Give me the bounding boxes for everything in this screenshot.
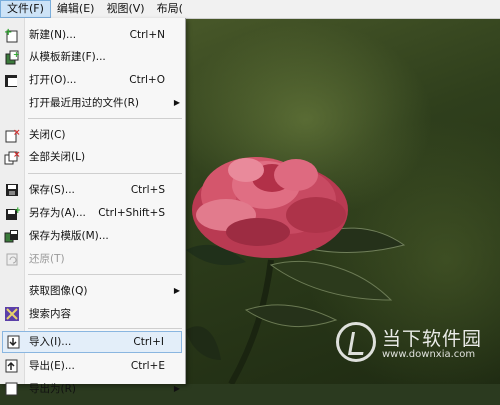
menu-item-shortcut: Ctrl+S xyxy=(130,184,165,196)
menu-item-export-as[interactable]: 导出为(R) ▶ xyxy=(0,378,185,400)
menu-separator xyxy=(28,173,182,174)
menu-item-acquire-image[interactable]: 获取图像(Q) ▶ xyxy=(0,280,185,302)
save-icon xyxy=(4,182,20,198)
watermark-url: www.downxia.com xyxy=(382,349,476,360)
menu-item-shortcut: Ctrl+E xyxy=(130,360,165,372)
downxia-logo-icon xyxy=(336,322,376,362)
menu-item-label: 打开(O)... xyxy=(29,74,77,86)
menu-item-label: 保存为模版(M)... xyxy=(29,230,109,242)
svg-text:+: + xyxy=(14,206,20,216)
menu-item-save[interactable]: 保存(S)... Ctrl+S xyxy=(0,179,185,201)
save-as-icon: + xyxy=(4,205,22,221)
close-all-icon: × xyxy=(4,149,21,165)
menu-view[interactable]: 视图(V) xyxy=(100,0,150,18)
open-folder-icon xyxy=(4,72,20,88)
submenu-arrow-icon: ▶ xyxy=(173,286,180,295)
menu-item-label: 保存(S)... xyxy=(29,184,75,196)
menu-item-close[interactable]: × 关闭(C) xyxy=(0,124,185,146)
menu-item-shortcut: Ctrl+O xyxy=(129,74,165,86)
menu-item-label: 全部关闭(L) xyxy=(29,151,86,163)
svg-text:+: + xyxy=(13,50,20,59)
menu-item-export[interactable]: 导出(E)... Ctrl+E xyxy=(0,355,185,377)
svg-text:+: + xyxy=(4,27,12,38)
menu-item-label: 搜索内容 xyxy=(29,308,71,320)
new-document-icon: + xyxy=(4,27,20,43)
menu-item-label: 导入(I)... xyxy=(29,336,72,348)
menu-item-open[interactable]: 打开(O)... Ctrl+O xyxy=(0,69,185,91)
menu-file[interactable]: 文件(F) xyxy=(0,0,51,18)
menu-item-label: 从模板新建(F)... xyxy=(29,51,106,63)
file-menu-dropdown: + 新建(N)... Ctrl+N + 从模板新建(F)... 打开(O)...… xyxy=(0,18,186,396)
menu-item-shortcut: Ctrl+I xyxy=(133,336,164,348)
new-from-template-icon: + xyxy=(4,49,20,65)
menu-separator xyxy=(28,328,182,329)
save-as-template-icon xyxy=(4,228,20,244)
site-watermark: 当下软件园 www.downxia.com xyxy=(336,322,496,372)
menu-item-shortcut: Ctrl+Shift+S xyxy=(98,207,165,219)
menu-item-open-recent[interactable]: 打开最近用过的文件(R) ▶ xyxy=(0,92,185,114)
export-icon xyxy=(4,358,20,374)
submenu-arrow-icon: ▶ xyxy=(173,98,180,107)
menu-layout[interactable]: 布局( xyxy=(151,0,189,18)
menu-item-label: 打开最近用过的文件(R) xyxy=(29,97,139,109)
menu-bar: 文件(F) 编辑(E) 视图(V) 布局( xyxy=(0,0,500,19)
menu-item-new[interactable]: + 新建(N)... Ctrl+N xyxy=(0,24,185,46)
menu-separator xyxy=(28,274,182,275)
menu-item-label: 导出(E)... xyxy=(29,360,75,372)
menu-item-new-from-template[interactable]: + 从模板新建(F)... xyxy=(0,46,185,68)
menu-item-revert[interactable]: 还原(T) xyxy=(0,248,185,270)
menu-item-save-as[interactable]: + 另存为(A)... Ctrl+Shift+S xyxy=(0,202,185,224)
submenu-arrow-icon: ▶ xyxy=(173,384,180,393)
menu-item-label: 新建(N)... xyxy=(29,29,77,41)
menu-item-close-all[interactable]: × 全部关闭(L) xyxy=(0,146,185,168)
watermark-title: 当下软件园 xyxy=(382,328,483,350)
export-as-icon xyxy=(4,381,20,397)
menu-item-shortcut: Ctrl+N xyxy=(129,29,165,41)
import-icon xyxy=(6,334,22,350)
revert-icon xyxy=(4,251,20,267)
menu-item-save-as-template[interactable]: 保存为模版(M)... xyxy=(0,225,185,247)
search-content-icon xyxy=(4,306,20,322)
menu-item-label: 另存为(A)... xyxy=(29,207,86,219)
svg-text:×: × xyxy=(13,128,20,138)
menu-edit[interactable]: 编辑(E) xyxy=(51,0,101,18)
svg-text:×: × xyxy=(13,150,20,160)
close-document-icon: × xyxy=(4,127,21,143)
menu-item-label: 还原(T) xyxy=(29,253,65,265)
menu-item-search-content[interactable]: 搜索内容 xyxy=(0,303,185,325)
menu-separator xyxy=(28,118,182,119)
menu-item-label: 获取图像(Q) xyxy=(29,285,88,297)
menu-item-label: 导出为(R) xyxy=(29,383,76,395)
menu-item-import[interactable]: 导入(I)... Ctrl+I xyxy=(2,331,182,353)
menu-item-label: 关闭(C) xyxy=(29,129,66,141)
